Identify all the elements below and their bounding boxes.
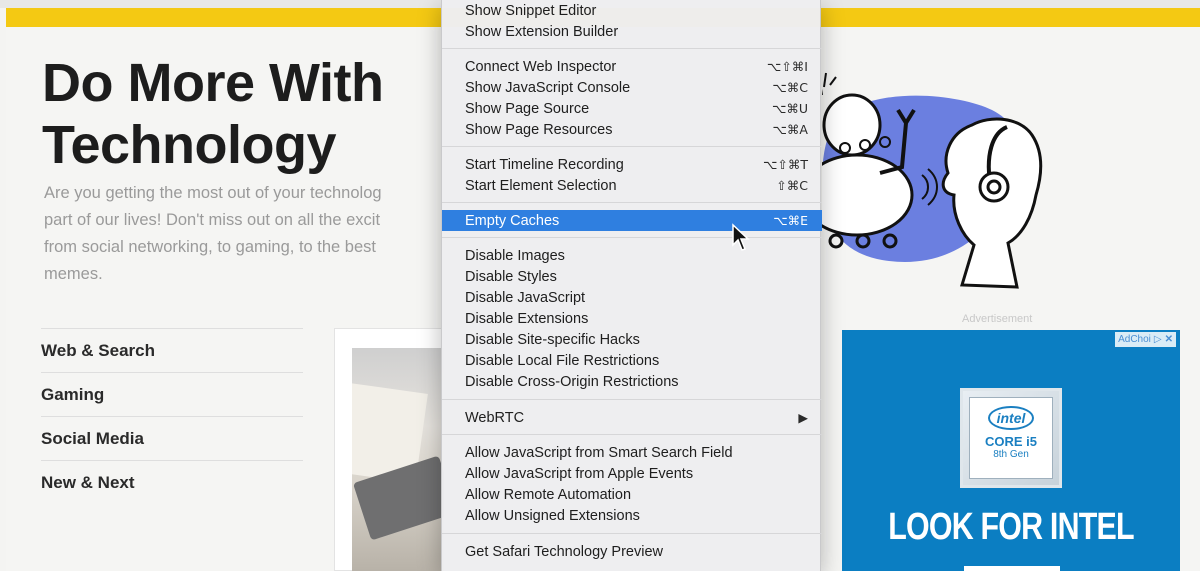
menu-item-label: Show Page Resources bbox=[465, 121, 613, 138]
ad-footer-strip bbox=[964, 566, 1060, 571]
menu-item-label: Disable Local File Restrictions bbox=[465, 352, 660, 369]
menu-item-label: Disable Styles bbox=[465, 268, 557, 285]
menu-item-shortcut: ⌥⌘A bbox=[772, 122, 808, 137]
screen: Do More With Technology Are you getting … bbox=[0, 0, 1200, 571]
menu-item-label: Disable Images bbox=[465, 247, 565, 264]
menu-item-label: Disable Cross-Origin Restrictions bbox=[465, 373, 679, 390]
nav-item-gaming[interactable]: Gaming bbox=[41, 373, 303, 417]
menu-item-show-javascript-console[interactable]: Show JavaScript Console ⌥⌘C bbox=[442, 77, 822, 98]
menu-item-disable-extensions[interactable]: Disable Extensions bbox=[442, 308, 822, 329]
menu-item-start-timeline-recording[interactable]: Start Timeline Recording ⌥⇧⌘T bbox=[442, 154, 822, 175]
hero-title-line-2: Technology bbox=[42, 115, 337, 175]
menu-item-label: Allow Remote Automation bbox=[465, 486, 632, 503]
menu-item-label: Disable JavaScript bbox=[465, 289, 586, 306]
menu-item-label: Get Safari Technology Preview bbox=[465, 543, 664, 560]
menu-item-label: Show Snippet Editor bbox=[465, 2, 597, 19]
menu-item-label: Show JavaScript Console bbox=[465, 79, 631, 96]
menu-separator bbox=[442, 399, 822, 400]
menu-item-label: Start Element Selection bbox=[465, 177, 617, 194]
menu-item-get-safari-technology-preview[interactable]: Get Safari Technology Preview bbox=[442, 541, 822, 562]
menu-item-webrtc[interactable]: WebRTC ▶ bbox=[442, 407, 822, 428]
hero-title: Do More With Technology bbox=[42, 52, 472, 176]
menu-item-allow-javascript-from-smart-search-field[interactable]: Allow JavaScript from Smart Search Field bbox=[442, 442, 822, 463]
menu-item-label: Start Timeline Recording bbox=[465, 156, 624, 173]
menu-item-label: Show Page Source bbox=[465, 100, 590, 117]
ad-headline: LOOK FOR INTEL bbox=[888, 506, 1134, 548]
menu-item-shortcut: ⌥⇧⌘T bbox=[762, 157, 808, 172]
menu-item-label: Allow JavaScript from Smart Search Field bbox=[465, 444, 733, 461]
menu-item-shortcut: ⌥⇧⌘I bbox=[766, 59, 808, 74]
intel-logo: intel bbox=[988, 406, 1034, 430]
ufo-dome bbox=[822, 93, 882, 157]
adchoices-label: AdChoi bbox=[1118, 334, 1151, 345]
adchoices-badge[interactable]: AdChoi ▷ ✕ bbox=[1115, 332, 1176, 347]
headphone-ear-icon bbox=[978, 171, 1010, 203]
hero-body-line: part of our lives! Don't miss out on all… bbox=[44, 211, 381, 229]
menu-item-connect-web-inspector[interactable]: Connect Web Inspector ⌥⇧⌘I bbox=[442, 56, 822, 77]
menu-item-start-element-selection[interactable]: Start Element Selection ⇧⌘C bbox=[442, 175, 822, 196]
intel-gen-label: 8th Gen bbox=[993, 449, 1029, 460]
hero-description: Are you getting the most out of your tec… bbox=[44, 180, 444, 288]
feature-image[interactable] bbox=[352, 348, 444, 571]
menu-item-disable-site-specific-hacks[interactable]: Disable Site-specific Hacks bbox=[442, 329, 822, 350]
hero-body-line: Are you getting the most out of your tec… bbox=[44, 184, 382, 202]
ufo-light bbox=[828, 233, 844, 249]
menu-item-label: Disable Site-specific Hacks bbox=[465, 331, 640, 348]
menu-separator bbox=[442, 533, 822, 534]
menu-item-shortcut: ⌥⌘C bbox=[772, 80, 808, 95]
menu-item-show-page-resources[interactable]: Show Page Resources ⌥⌘A bbox=[442, 119, 822, 140]
menu-item-allow-unsigned-extensions[interactable]: Allow Unsigned Extensions bbox=[442, 505, 822, 526]
menu-item-label: Disable Extensions bbox=[465, 310, 589, 327]
menu-item-empty-caches[interactable]: Empty Caches ⌥⌘E bbox=[442, 210, 822, 231]
nav-item-new-next[interactable]: New & Next bbox=[41, 461, 303, 505]
hero-body-line: from social networking, to gaming, to th… bbox=[44, 238, 376, 256]
intel-core-badge: intel CORE i5 8th Gen bbox=[960, 388, 1062, 488]
menu-item-label: WebRTC bbox=[465, 409, 525, 426]
menu-item-show-extension-builder[interactable]: Show Extension Builder bbox=[442, 21, 822, 42]
menu-item-allow-remote-automation[interactable]: Allow Remote Automation bbox=[442, 484, 822, 505]
nav-item-social-media[interactable]: Social Media bbox=[41, 417, 303, 461]
nav-item-web-search[interactable]: Web & Search bbox=[41, 329, 303, 373]
close-icon[interactable]: ✕ bbox=[1165, 334, 1173, 345]
hero-title-line-1: Do More With bbox=[42, 53, 384, 113]
menu-item-show-snippet-editor[interactable]: Show Snippet Editor bbox=[442, 0, 822, 21]
robot-and-kid-illustration bbox=[822, 72, 1043, 289]
menu-item-allow-javascript-from-apple-events[interactable]: Allow JavaScript from Apple Events bbox=[442, 463, 822, 484]
menu-item-label: Show Extension Builder bbox=[465, 23, 619, 40]
menu-item-disable-images[interactable]: Disable Images bbox=[442, 245, 822, 266]
menu-separator bbox=[442, 434, 822, 435]
menu-item-shortcut: ⌥⌘E bbox=[773, 213, 808, 228]
intel-advertisement[interactable]: AdChoi ▷ ✕ intel CORE i5 8th Gen LOOK FO… bbox=[842, 330, 1180, 571]
mouse-pointer-icon bbox=[732, 223, 750, 251]
badge-inner: intel CORE i5 8th Gen bbox=[969, 397, 1053, 479]
menu-separator bbox=[442, 146, 822, 147]
menu-item-shortcut: ⇧⌘C bbox=[776, 178, 808, 193]
menu-separator bbox=[442, 237, 822, 238]
ad-label: Advertisement bbox=[962, 313, 1033, 325]
intel-core-label: CORE i5 bbox=[984, 434, 1037, 449]
menu-item-label: Allow Unsigned Extensions bbox=[465, 507, 640, 524]
menu-item-disable-javascript[interactable]: Disable JavaScript bbox=[442, 287, 822, 308]
hero-body-line: memes. bbox=[44, 265, 103, 283]
menu-item-disable-cross-origin-restrictions[interactable]: Disable Cross-Origin Restrictions bbox=[442, 371, 822, 392]
menu-item-disable-local-file-restrictions[interactable]: Disable Local File Restrictions bbox=[442, 350, 822, 371]
menu-item-label: Connect Web Inspector bbox=[465, 58, 617, 75]
menu-item-label: Empty Caches bbox=[465, 212, 560, 229]
menu-item-show-page-source[interactable]: Show Page Source ⌥⌘U bbox=[442, 98, 822, 119]
submenu-arrow-icon: ▶ bbox=[798, 410, 808, 425]
menu-item-label: Allow JavaScript from Apple Events bbox=[465, 465, 694, 482]
category-nav: Web & Search Gaming Social Media New & N… bbox=[41, 328, 303, 505]
menu-item-disable-styles[interactable]: Disable Styles bbox=[442, 266, 822, 287]
menu-separator bbox=[442, 202, 822, 203]
menu-separator bbox=[442, 48, 822, 49]
ufo-antenna bbox=[822, 72, 837, 95]
develop-menu: Show Snippet Editor Show Extension Builde… bbox=[441, 0, 822, 571]
menu-item-shortcut: ⌥⌘U bbox=[771, 101, 808, 116]
adchoices-icon: ▷ bbox=[1153, 334, 1162, 345]
